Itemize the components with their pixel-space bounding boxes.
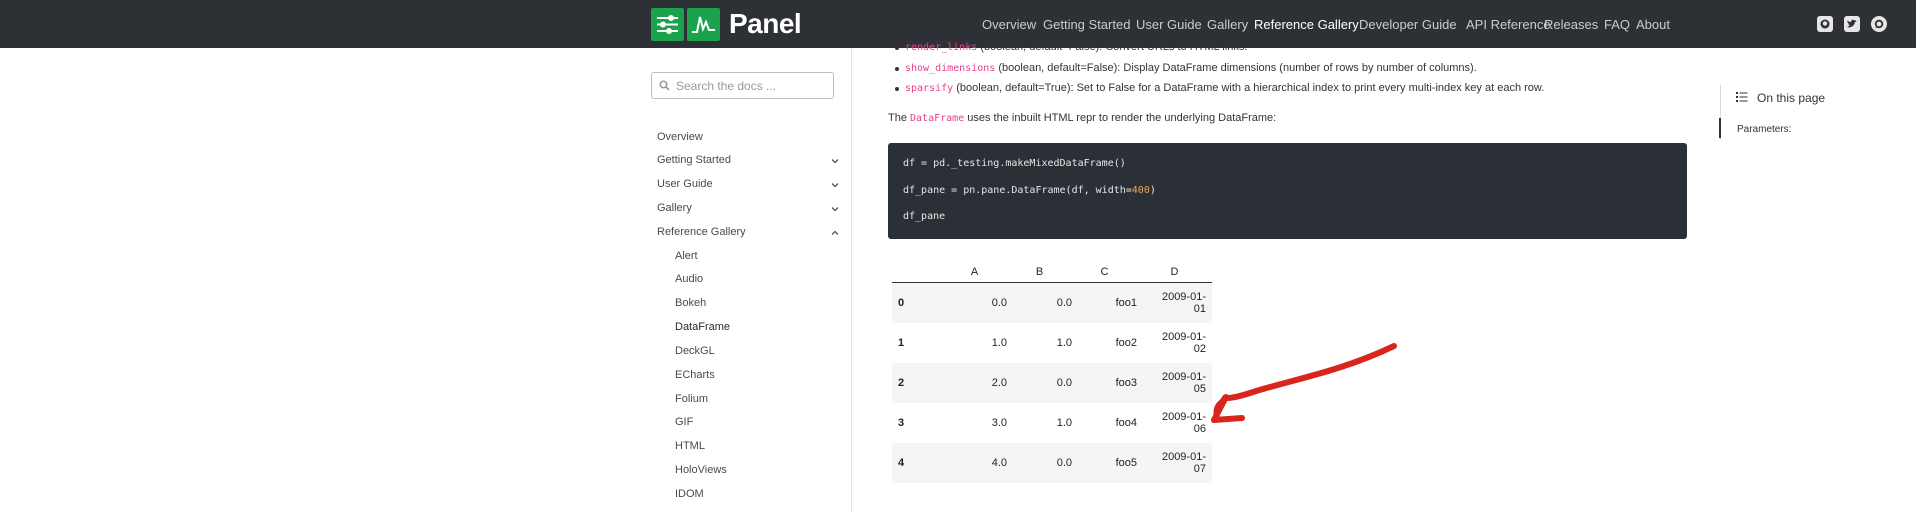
sidebar-item-audio[interactable]: Audio (675, 273, 703, 285)
column-header: B (1007, 258, 1072, 283)
toc-link-parameters[interactable]: Parameters: (1737, 124, 1791, 135)
sidebar-item-folium[interactable]: Folium (675, 393, 708, 405)
toc-title: On this page (1757, 91, 1826, 105)
nav-about[interactable]: About (1636, 17, 1670, 32)
param-bullet: render_links (boolean, default=False): C… (894, 41, 1248, 53)
code-line: df_pane = pn.pane.DataFrame(df, width=40… (903, 185, 1156, 196)
row-index: 4 (898, 456, 905, 469)
sidebar-item-html[interactable]: HTML (675, 440, 705, 452)
code-line: df = pd._testing.makeMixedDataFrame() (903, 158, 1126, 169)
param-name: sparsify (905, 83, 954, 94)
list-icon (1736, 92, 1748, 102)
cell: 2009-01- 05 (1161, 370, 1206, 395)
sidebar-item-overview[interactable]: Overview (657, 131, 703, 143)
sidebar-item-gif[interactable]: GIF (675, 416, 693, 428)
cell: 3.0 (991, 416, 1007, 429)
nav-reference-gallery[interactable]: Reference Gallery (1254, 17, 1359, 32)
cell: 1.0 (991, 336, 1007, 349)
chart-logo-icon (687, 7, 720, 41)
cell: 1.0 (1056, 336, 1072, 349)
row-index: 0 (898, 296, 905, 309)
logo-text: Panel (729, 8, 802, 39)
cell: 0.0 (1056, 376, 1072, 389)
row-index: 3 (898, 416, 905, 429)
nav-developer-guide[interactable]: Developer Guide (1359, 17, 1457, 32)
cell: foo2 (1115, 336, 1137, 349)
search-input[interactable] (676, 78, 816, 93)
cell: foo5 (1115, 456, 1137, 469)
cell: 0.0 (1056, 456, 1072, 469)
column-header: C (1072, 258, 1137, 283)
column-header (892, 258, 942, 283)
sidebar-item-gallery[interactable]: Gallery (657, 202, 692, 214)
param-bullet: show_dimensions (boolean, default=False)… (895, 62, 1477, 74)
cell: 2009-01- 06 (1161, 410, 1206, 435)
param-name: show_dimensions (905, 63, 996, 74)
dataframe-table: A B C D 0 0.0 0.0 foo1 2009-01- 01 1 1.0 … (892, 258, 1212, 483)
table-row: 3 3.0 1.0 foo4 2009-01- 06 (892, 403, 1212, 443)
sidebar-item-reference-gallery[interactable]: Reference Gallery (657, 226, 746, 238)
cell: foo3 (1115, 376, 1137, 389)
search-box[interactable] (651, 72, 834, 99)
search-icon (659, 80, 670, 91)
inline-code: DataFrame (910, 113, 965, 124)
sidebar-item-user-guide[interactable]: User Guide (657, 178, 713, 190)
sidebar-item-bokeh[interactable]: Bokeh (675, 297, 706, 309)
nav-user-guide[interactable]: User Guide (1136, 17, 1202, 32)
discourse-icon[interactable] (1871, 16, 1887, 32)
sidebar-item-alert[interactable]: Alert (675, 250, 698, 262)
param-description: (boolean, default=False): Convert URLs t… (977, 41, 1248, 53)
table-row: 2 2.0 0.0 foo3 2009-01- 05 (892, 362, 1212, 403)
sidebar-item-deckgl[interactable]: DeckGL (675, 345, 715, 357)
column-header: D (1137, 258, 1212, 283)
row-index: 2 (898, 376, 905, 389)
param-name: render_links (905, 42, 978, 53)
param-description: (boolean, default=False): Display DataFr… (995, 62, 1477, 74)
sidebar-item-echarts[interactable]: ECharts (675, 369, 715, 381)
cell: 1.0 (1056, 416, 1072, 429)
code-block: df = pd._testing.makeMixedDataFrame() df… (888, 143, 1687, 239)
twitter-icon[interactable] (1844, 16, 1860, 32)
chevron-down-icon[interactable] (830, 180, 840, 190)
row-index: 1 (898, 336, 905, 349)
github-icon[interactable] (1817, 16, 1833, 32)
nav-api-reference[interactable]: API Reference (1466, 17, 1551, 32)
table-header-row: A B C D (892, 258, 1212, 283)
cell: 4.0 (991, 456, 1007, 469)
chevron-up-icon[interactable] (830, 228, 840, 238)
nav-faq[interactable]: FAQ (1604, 17, 1630, 32)
param-description: (boolean, default=True): Set to False fo… (953, 82, 1545, 94)
nav-releases[interactable]: Releases (1544, 17, 1598, 32)
nav-overview[interactable]: Overview (982, 17, 1036, 32)
sidebar-divider (851, 48, 852, 511)
table-row: 1 1.0 1.0 foo2 2009-01- 02 (892, 323, 1212, 363)
sidebar-item-dataframe[interactable]: DataFrame (675, 321, 730, 333)
chevron-down-icon[interactable] (830, 156, 840, 166)
sidebar-item-idom[interactable]: IDOM (675, 488, 704, 500)
cell: 2.0 (991, 376, 1007, 389)
code-line: df_pane (903, 211, 946, 222)
sliders-logo-icon (651, 7, 684, 41)
cell: 2009-01- 02 (1161, 330, 1206, 355)
table-row: 0 0.0 0.0 foo1 2009-01- 01 (892, 282, 1212, 323)
nav-gallery[interactable]: Gallery (1207, 17, 1248, 32)
cell: 2009-01- 07 (1161, 450, 1206, 475)
table-row: 4 4.0 0.0 foo5 2009-01- 07 (892, 442, 1212, 483)
nav-getting-started[interactable]: Getting Started (1043, 17, 1130, 32)
column-header: A (942, 258, 1007, 283)
cell: 0.0 (991, 296, 1007, 309)
description-paragraph: The DataFrame uses the inbuilt HTML repr… (888, 112, 1277, 124)
cell: foo4 (1115, 416, 1137, 429)
param-bullet: sparsify (boolean, default=True): Set to… (894, 82, 1545, 94)
sidebar-item-getting-started[interactable]: Getting Started (657, 154, 731, 166)
sidebar-item-holoviews[interactable]: HoloViews (675, 464, 727, 476)
cell: 0.0 (1056, 296, 1072, 309)
cell: foo1 (1115, 296, 1137, 309)
panel-logo[interactable]: Panel (651, 6, 802, 42)
cell: 2009-01- 01 (1161, 290, 1206, 315)
chevron-down-icon[interactable] (830, 204, 840, 214)
toc-active-marker (1719, 118, 1721, 138)
